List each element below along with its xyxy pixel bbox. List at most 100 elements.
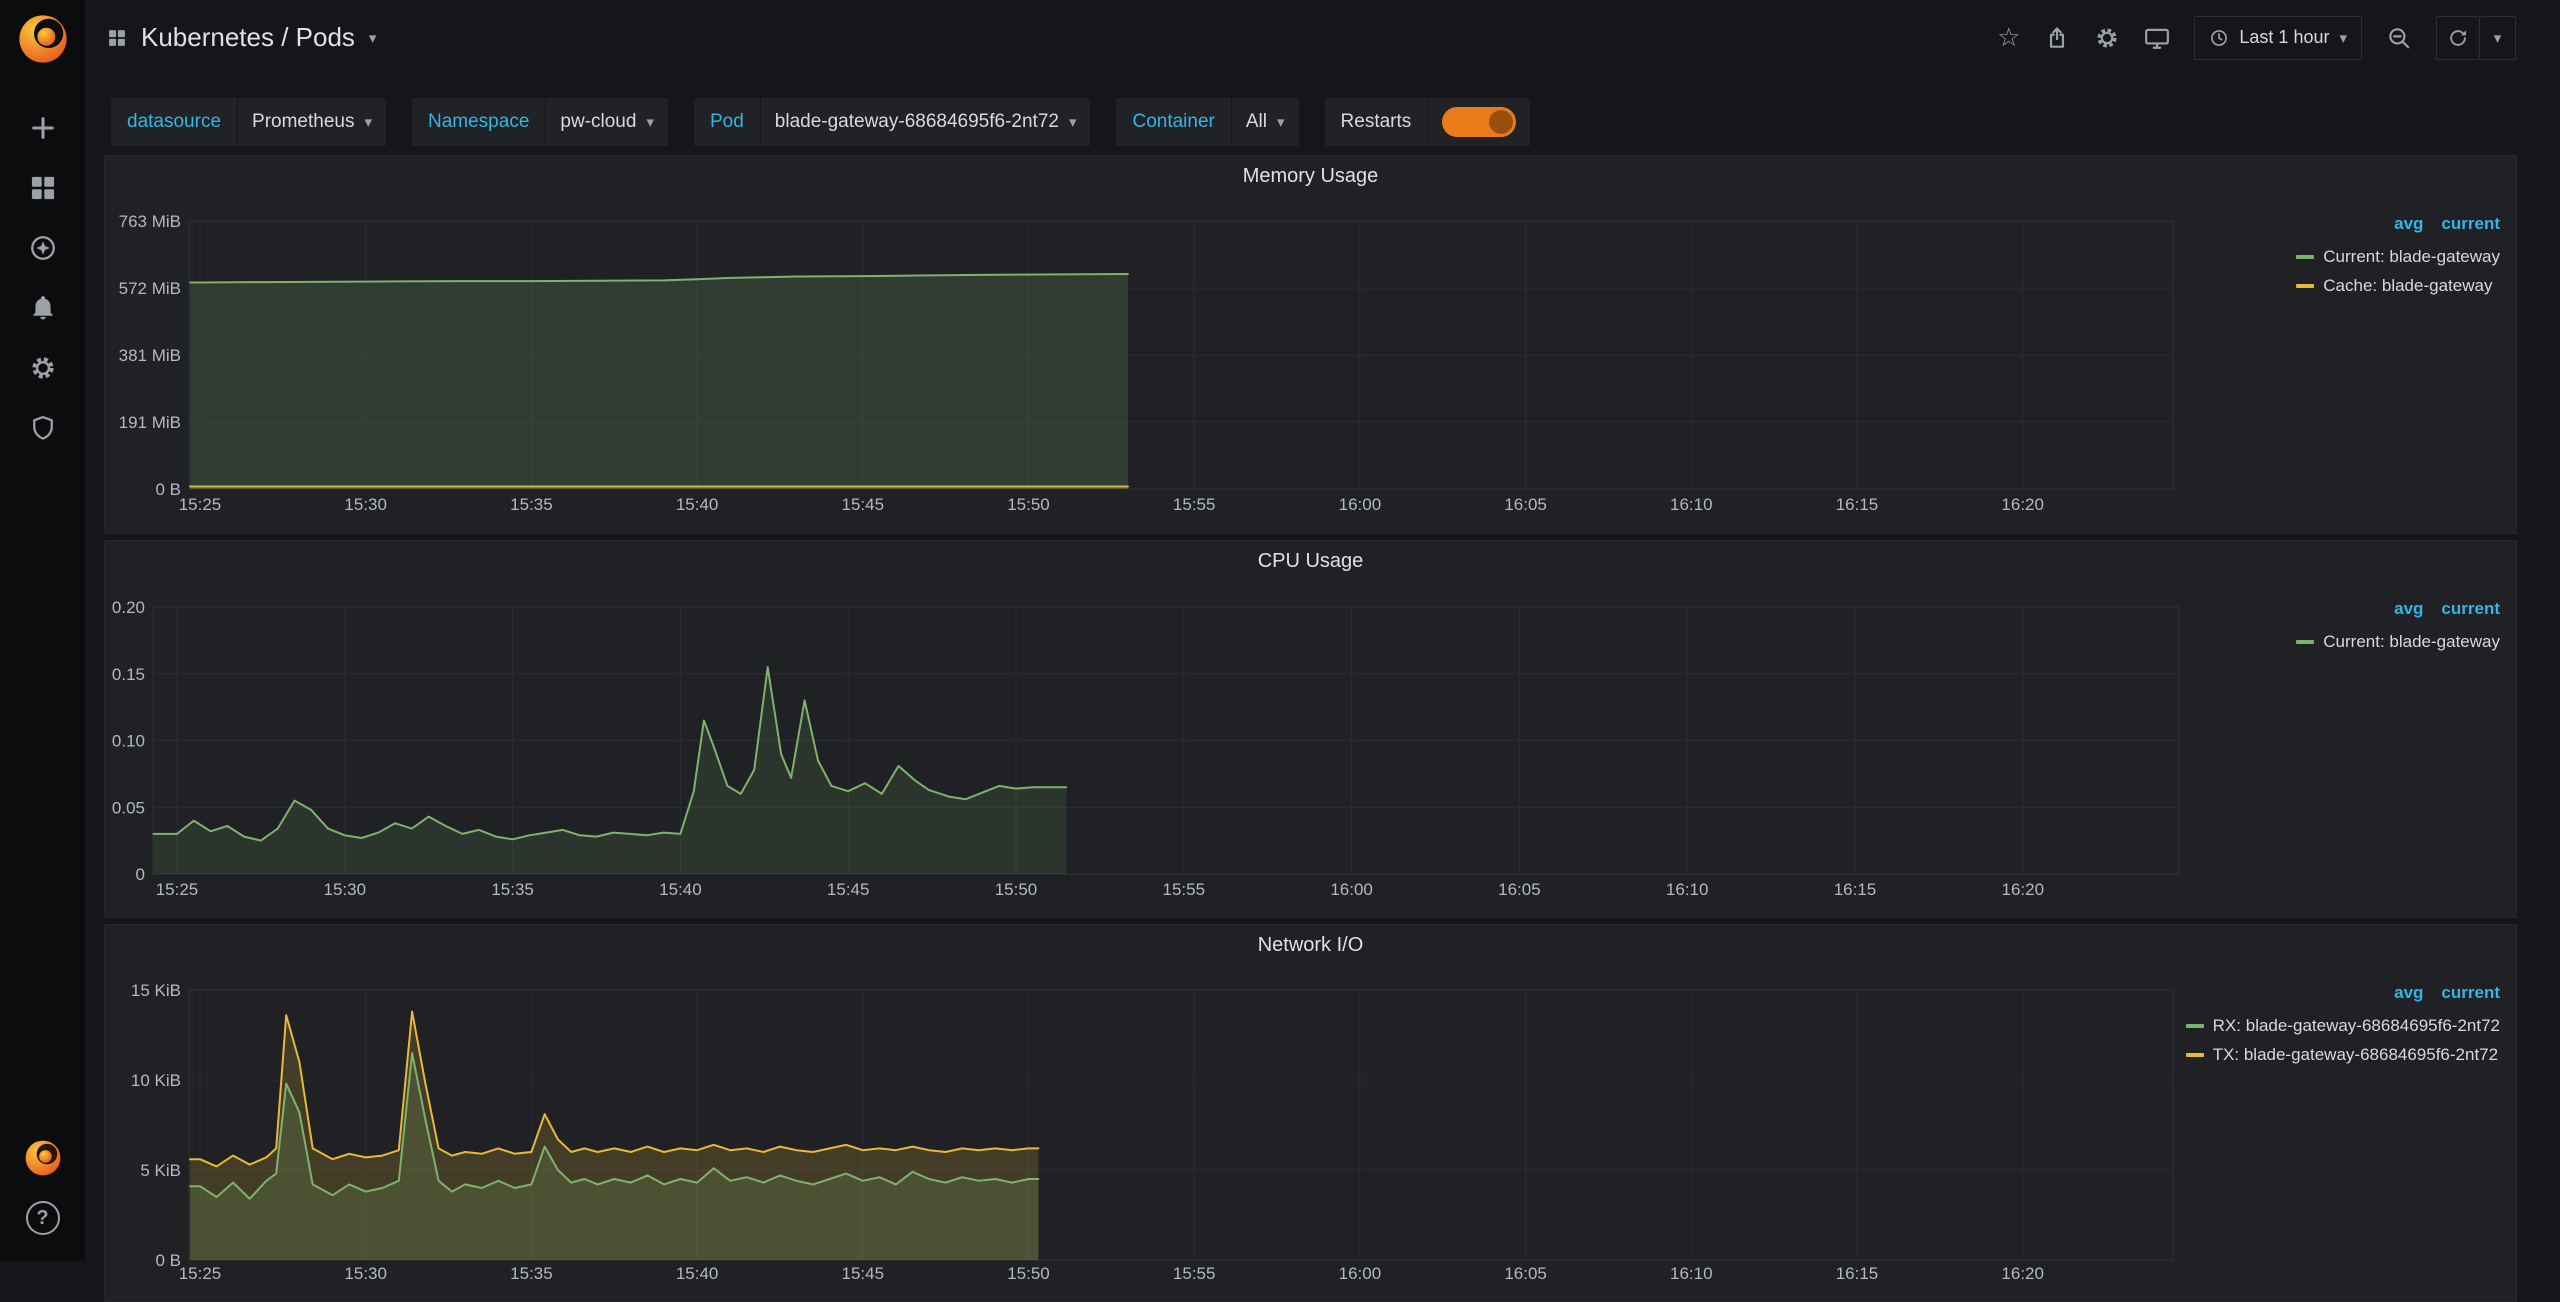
grafana-logo[interactable]: [16, 12, 70, 66]
chevron-down-icon: ▾: [2339, 29, 2347, 47]
svg-text:763 MiB: 763 MiB: [119, 212, 181, 231]
sidebar-item-dashboards[interactable]: [26, 174, 60, 202]
datasource-dropdown[interactable]: Prometheus ▾: [238, 98, 386, 146]
namespace-dropdown[interactable]: pw-cloud ▾: [546, 98, 668, 146]
legend-item[interactable]: Current: blade-gateway: [2296, 242, 2500, 271]
container-dropdown[interactable]: All ▾: [1232, 98, 1299, 146]
svg-text:15:45: 15:45: [842, 1264, 885, 1283]
panel-title[interactable]: CPU Usage: [105, 541, 2516, 581]
legend-swatch: [2186, 1053, 2204, 1057]
star-dashboard-button[interactable]: ☆: [1997, 25, 2020, 51]
variable-pod: Pod blade-gateway-68684695f6-2nt72 ▾: [694, 98, 1091, 146]
memory-usage-chart[interactable]: 0 B191 MiB381 MiB572 MiB763 MiB15:2515:3…: [105, 196, 2206, 534]
legend-sort-links: avg current: [2394, 214, 2500, 234]
time-range-label: Last 1 hour: [2239, 27, 2329, 48]
sidebar: ?: [0, 0, 85, 1261]
question-mark-icon: ?: [36, 1207, 48, 1230]
svg-text:15 KiB: 15 KiB: [131, 981, 181, 1000]
svg-text:0.10: 0.10: [112, 732, 145, 751]
share-icon: [2044, 25, 2070, 51]
legend-header-current[interactable]: current: [2441, 983, 2500, 1003]
cpu-usage-panel: CPU Usage 00.050.100.150.2015:2515:3015:…: [104, 540, 2517, 918]
help-button[interactable]: ?: [26, 1201, 60, 1235]
svg-text:5 KiB: 5 KiB: [140, 1161, 181, 1180]
legend-item[interactable]: Current: blade-gateway: [2296, 627, 2500, 656]
user-avatar[interactable]: [24, 1139, 62, 1177]
gear-icon: [2094, 25, 2120, 51]
chevron-down-icon: ▾: [2494, 29, 2502, 47]
svg-text:15:40: 15:40: [659, 880, 702, 899]
sidebar-item-alerting[interactable]: [26, 294, 60, 322]
zoom-out-icon: [2386, 25, 2412, 51]
sidebar-item-create[interactable]: [26, 114, 60, 142]
main-area: Kubernetes / Pods ▾ ☆: [85, 0, 2560, 1261]
toggle-knob: [1489, 110, 1513, 134]
legend-sort-links: avg current: [2394, 983, 2500, 1003]
svg-text:16:00: 16:00: [1339, 495, 1382, 514]
sidebar-item-configuration[interactable]: [26, 354, 60, 382]
legend-item[interactable]: RX: blade-gateway-68684695f6-2nt72: [2186, 1011, 2500, 1040]
refresh-button[interactable]: [2436, 16, 2480, 60]
legend-item[interactable]: TX: blade-gateway-68684695f6-2nt72: [2186, 1040, 2498, 1069]
svg-text:15:25: 15:25: [179, 495, 222, 514]
star-icon: ☆: [1997, 25, 2020, 51]
template-variable-bar: datasource Prometheus ▾ Namespace pw-clo…: [85, 75, 2560, 155]
refresh-interval-dropdown[interactable]: ▾: [2480, 16, 2516, 60]
time-range-picker[interactable]: Last 1 hour ▾: [2194, 16, 2362, 60]
svg-text:15:50: 15:50: [1007, 1264, 1050, 1283]
legend-header-avg[interactable]: avg: [2394, 214, 2423, 234]
legend-swatch: [2296, 284, 2314, 288]
zoom-out-time-button[interactable]: [2386, 25, 2412, 51]
svg-text:15:55: 15:55: [1173, 495, 1216, 514]
svg-text:0 B: 0 B: [155, 480, 181, 499]
svg-text:16:05: 16:05: [1504, 1264, 1547, 1283]
variable-namespace: Namespace pw-cloud ▾: [412, 98, 668, 146]
panel-legend: avg current Current: blade-gateway: [2296, 599, 2500, 656]
network-io-chart[interactable]: 0 B5 KiB10 KiB15 KiB15:2515:3015:3515:40…: [105, 965, 2206, 1302]
panel-title[interactable]: Network I/O: [105, 925, 2516, 965]
sidebar-item-server-admin[interactable]: [26, 414, 60, 442]
variable-label: Container: [1116, 98, 1231, 146]
svg-text:191 MiB: 191 MiB: [119, 413, 181, 432]
legend-header-current[interactable]: current: [2441, 214, 2500, 234]
legend-header-current[interactable]: current: [2441, 599, 2500, 619]
svg-text:16:10: 16:10: [1666, 880, 1709, 899]
cpu-usage-chart[interactable]: 00.050.100.150.2015:2515:3015:3515:4015:…: [105, 581, 2206, 918]
chevron-down-icon: ▾: [364, 113, 372, 131]
legend-label: Cache: blade-gateway: [2323, 271, 2492, 300]
svg-text:16:05: 16:05: [1504, 495, 1547, 514]
svg-text:15:30: 15:30: [324, 880, 367, 899]
share-dashboard-button[interactable]: [2044, 25, 2070, 51]
legend-item[interactable]: Cache: blade-gateway: [2296, 271, 2492, 300]
cycle-view-button[interactable]: [2144, 25, 2170, 51]
legend-label: Current: blade-gateway: [2323, 242, 2500, 271]
dashboard-header: Kubernetes / Pods ▾ ☆: [85, 0, 2560, 75]
legend-sort-links: avg current: [2394, 599, 2500, 619]
dashboards-grid-icon: [107, 28, 127, 48]
avatar-image: [24, 1139, 62, 1177]
legend-header-avg[interactable]: avg: [2394, 983, 2423, 1003]
variable-datasource: datasource Prometheus ▾: [111, 98, 386, 146]
svg-text:16:05: 16:05: [1498, 880, 1541, 899]
variable-value: Prometheus: [252, 111, 354, 133]
restarts-toggle[interactable]: [1442, 107, 1516, 137]
dashboard-settings-button[interactable]: [2094, 25, 2120, 51]
chevron-down-icon[interactable]: ▾: [369, 29, 377, 47]
svg-text:16:00: 16:00: [1339, 1264, 1382, 1283]
svg-text:0.20: 0.20: [112, 598, 145, 617]
svg-text:381 MiB: 381 MiB: [119, 346, 181, 365]
variable-label: datasource: [111, 98, 238, 146]
legend-header-avg[interactable]: avg: [2394, 599, 2423, 619]
pod-dropdown[interactable]: blade-gateway-68684695f6-2nt72 ▾: [761, 98, 1091, 146]
chevron-down-icon: ▾: [1069, 113, 1077, 131]
dashboard-title[interactable]: Kubernetes / Pods: [141, 22, 355, 53]
svg-text:15:50: 15:50: [1007, 495, 1050, 514]
svg-text:15:35: 15:35: [491, 880, 534, 899]
dashboard-panels: Memory Usage 0 B191 MiB381 MiB572 MiB763…: [85, 155, 2560, 1302]
svg-text:15:30: 15:30: [344, 1264, 387, 1283]
sidebar-item-explore[interactable]: [26, 234, 60, 262]
legend-label: TX: blade-gateway-68684695f6-2nt72: [2213, 1040, 2498, 1069]
svg-text:15:30: 15:30: [344, 495, 387, 514]
panel-title[interactable]: Memory Usage: [105, 156, 2516, 196]
legend-label: Current: blade-gateway: [2323, 627, 2500, 656]
